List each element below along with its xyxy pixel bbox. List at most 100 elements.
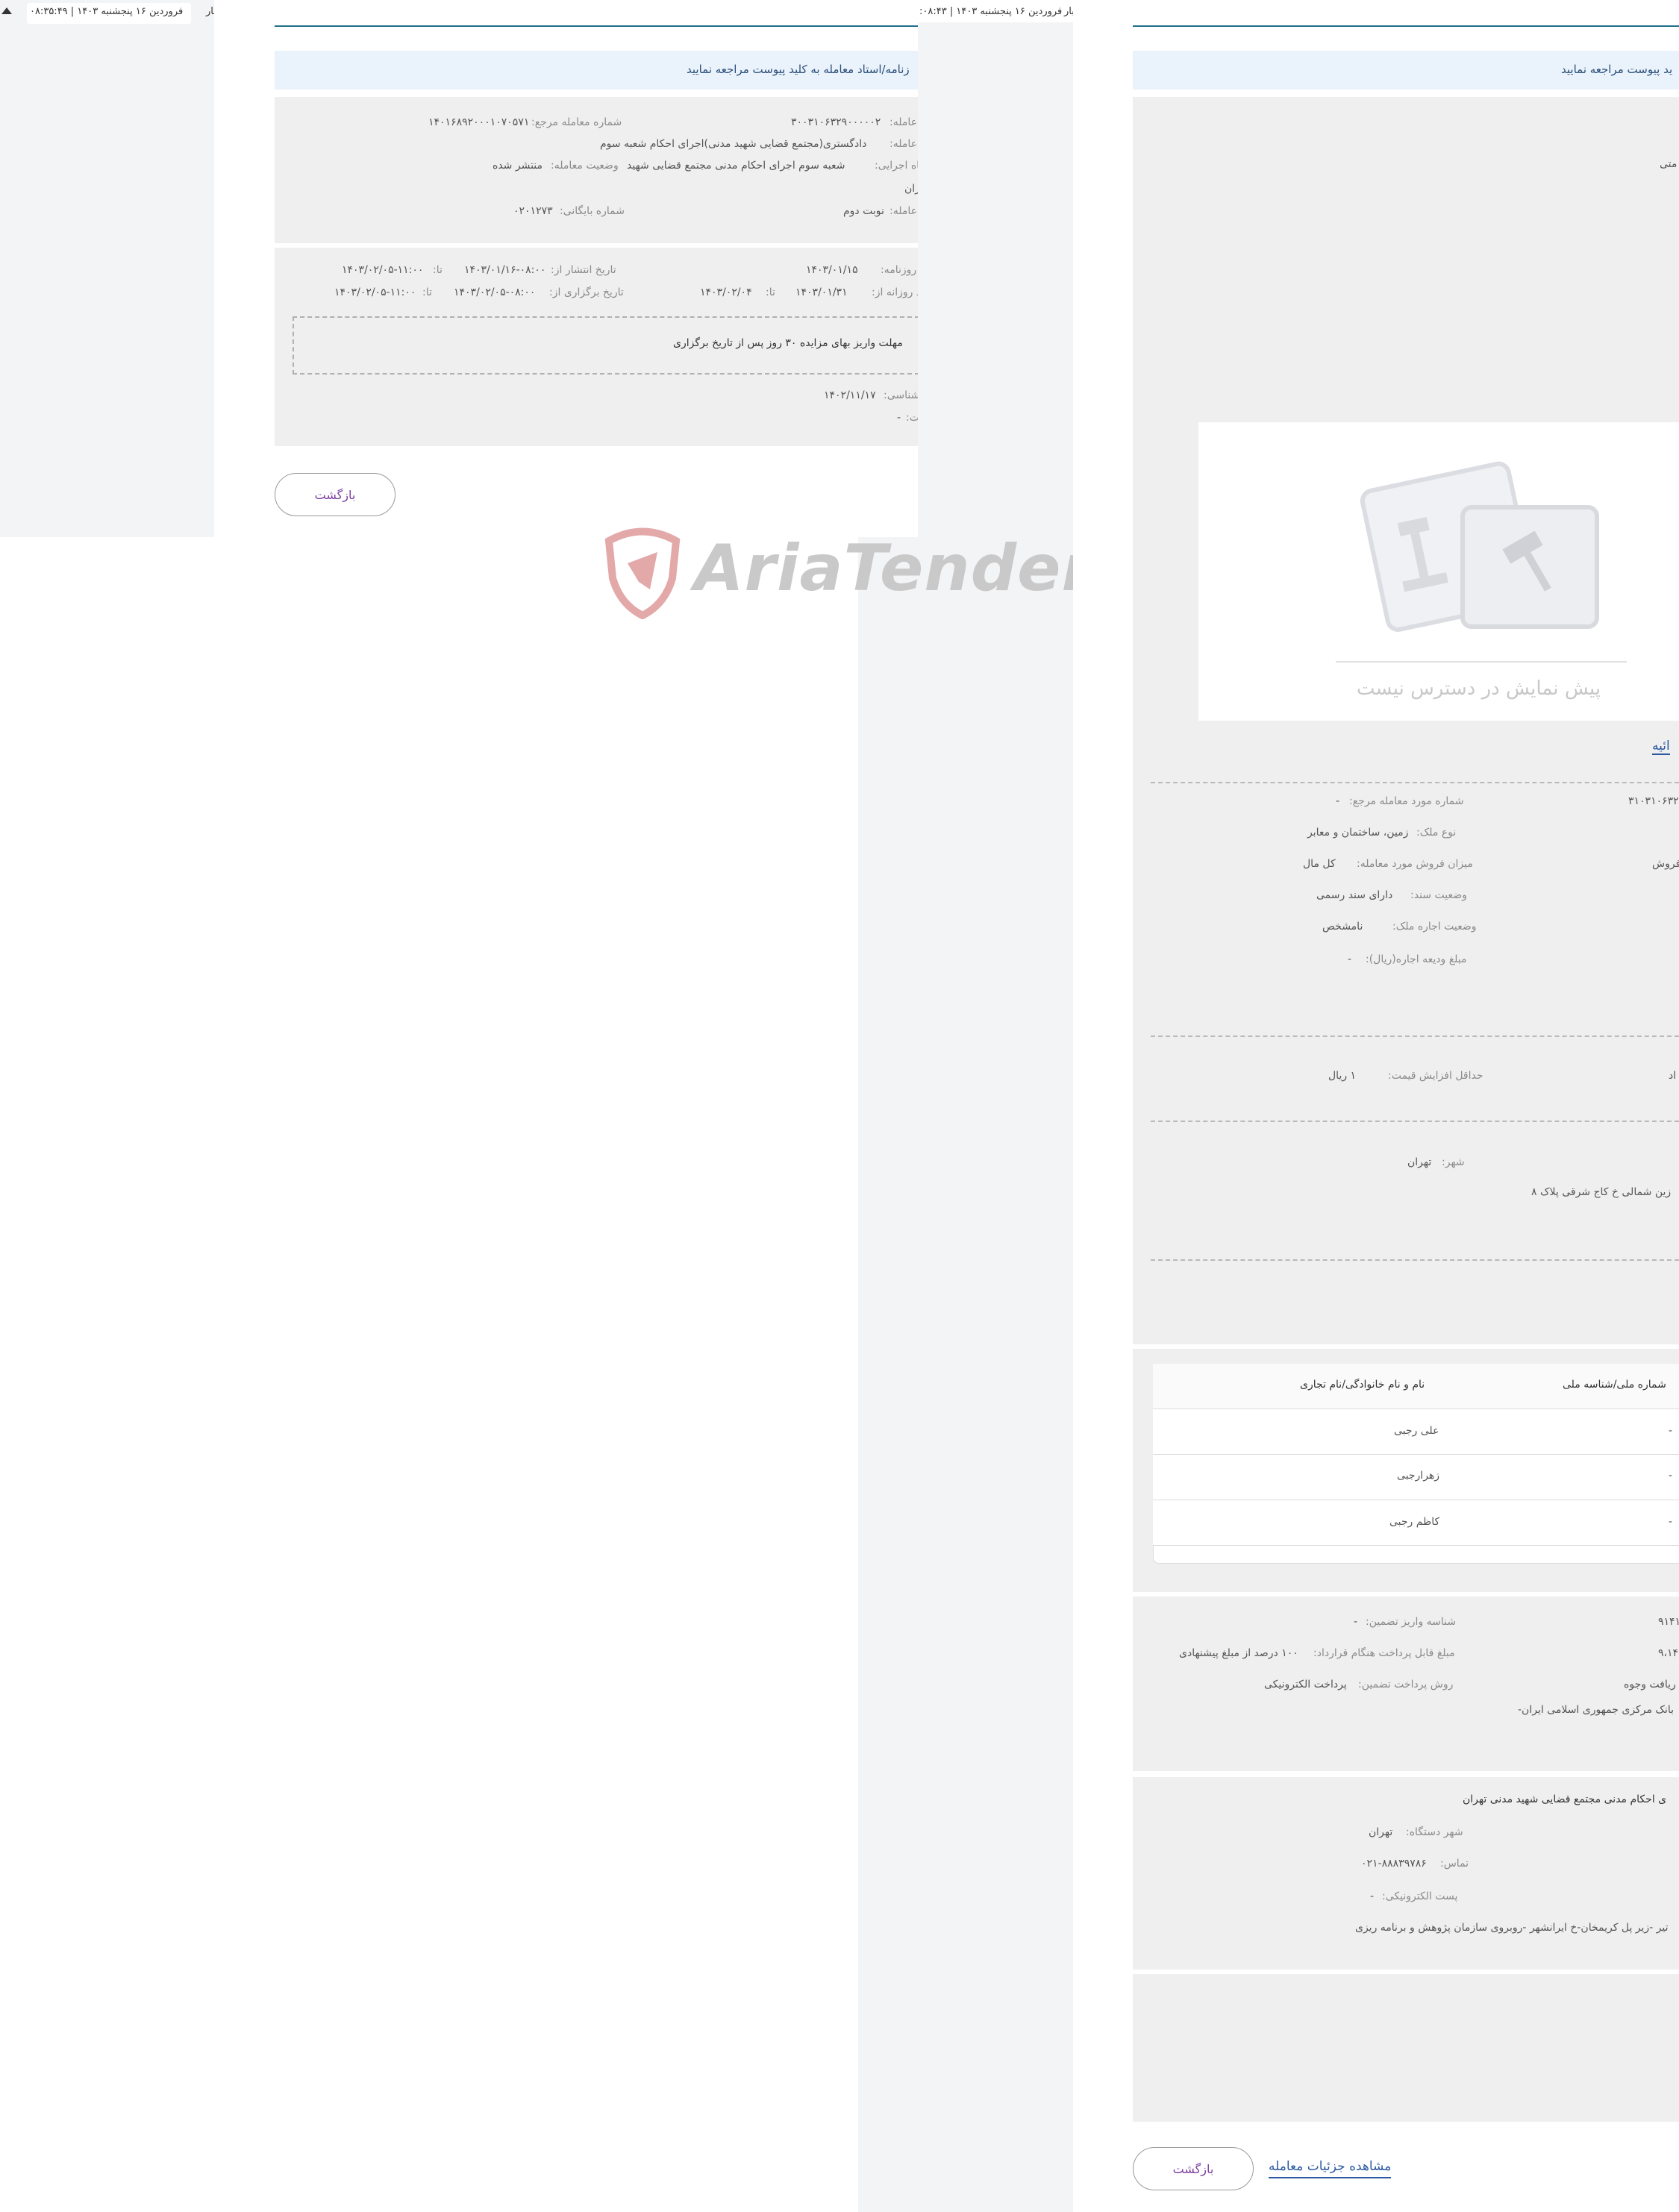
row2-id: - xyxy=(1669,1470,1673,1482)
row2-name: زهرارجبی xyxy=(1397,1470,1440,1482)
mid-datetime: فروردین ۱۶ پنجشنبه ۱۴۰۳ | ۰۸:۴۳: xyxy=(919,6,1063,17)
contact-title: ی احکام مدنی مجتمع قضایی شهید مدنی تهران xyxy=(1463,1793,1667,1805)
pay-amount-label: مبلغ قابل پرداخت هنگام قرارداد: xyxy=(1313,1647,1455,1659)
contact-city-value: تهران xyxy=(1369,1826,1393,1838)
contact-email-label: پست الکترونیکی: xyxy=(1382,1890,1458,1902)
doc-value: دارای سند رسمی xyxy=(1316,889,1393,901)
mid-gutter xyxy=(858,537,1073,2212)
hold-label: تاریخ برگزاری از: xyxy=(549,286,624,298)
dash-3 xyxy=(1151,1121,1679,1122)
ref-item-value: - xyxy=(1336,795,1340,807)
lease-value: نامشخص xyxy=(1322,921,1363,933)
deposit-value: - xyxy=(1348,953,1352,965)
contact-address: تیر -زیر پل کریمخان-خ ایرانشهر -روبروی س… xyxy=(1355,1922,1669,1934)
pay-frag2: ۹،۱۴ xyxy=(1658,1647,1679,1659)
pay-frag1: ۹۱۴۱ xyxy=(1658,1616,1679,1628)
expert-value: ۱۴۰۲/۱۱/۱۷ xyxy=(824,389,876,401)
method-label: روش پرداخت تضمین: xyxy=(1358,1679,1454,1691)
mid-gutter-top xyxy=(918,22,1073,537)
deal-no-label: عامله: xyxy=(889,116,917,128)
row3-id: - xyxy=(1669,1516,1673,1528)
details-link[interactable]: مشاهده جزئیات معامله xyxy=(1269,2159,1392,2178)
city-value: تهران xyxy=(1407,1156,1432,1168)
col-id-header: شماره ملی/شناسه ملی xyxy=(1563,1379,1666,1391)
archive-value: ۰۲۰۱۲۷۳ xyxy=(513,205,553,217)
min-inc-label: حداقل افزایش قیمت: xyxy=(1388,1070,1483,1082)
org-label: عامله: xyxy=(889,138,917,150)
visit-from: ۱۴۰۳/۰۱/۳۱ xyxy=(795,286,848,298)
contact-box xyxy=(1133,1777,1679,1970)
row3-name: کاظم رجبی xyxy=(1389,1516,1440,1528)
row1-id: - xyxy=(1669,1425,1673,1437)
panel2-top-rule xyxy=(1133,25,1679,27)
status-label: وضعیت معامله: xyxy=(551,160,619,172)
exec-value: شعبه سوم اجرای احکام مدنی مجتمع قضایی شه… xyxy=(627,160,845,172)
price-frag: اد xyxy=(1669,1070,1677,1082)
document-gavel-icon xyxy=(1351,448,1604,642)
visit-to-label: تا: xyxy=(766,286,775,298)
visit-to: ۱۴۰۳/۰۲/۰۴ xyxy=(700,286,752,298)
dash-2 xyxy=(1151,1035,1679,1037)
preview-text: پیش نمایش در دسترس نیست xyxy=(1357,677,1601,700)
publish-to: ۱۴۰۳/۰۲/۰۵-۱۱:۰۰ xyxy=(342,264,424,276)
pay-frag4: بانک مرکزی جمهوری اسلامی ایران- xyxy=(1518,1704,1674,1716)
left-datetime: فروردین ۱۶ پنجشنبه ۱۴۰۳ | ۰۸:۳۵:۴۹ xyxy=(30,6,184,17)
pay-frag3: ریافت وجوه xyxy=(1624,1679,1676,1691)
panel2-main-box xyxy=(1133,97,1679,1344)
hold-from: ۱۴۰۳/۰۲/۰۵-۰۸:۰۰ xyxy=(454,286,536,298)
col-name-header: نام و نام خانوادگی/نام تجاری xyxy=(1300,1379,1425,1391)
publish-to-label: تا: xyxy=(433,264,443,276)
address-frag: زین شمالی خ کاج شرقی پلاک ۸ xyxy=(1531,1186,1672,1198)
contact-city-label: شهر دستگاه: xyxy=(1406,1826,1463,1838)
deposit-label: مبلغ ودیعه اجاره(ریال): xyxy=(1366,953,1467,965)
panel1-back-button[interactable]: بازگشت xyxy=(275,473,395,516)
panel2-back-button[interactable]: بازگشت xyxy=(1133,2147,1254,2190)
sale-label: میزان فروش مورد معامله: xyxy=(1357,858,1473,870)
org-value: دادگستری(مجتمع قضایی شهید مدنی)اجرای احک… xyxy=(600,138,867,150)
type-label: نوع ملک: xyxy=(1416,827,1457,839)
extra-value: - xyxy=(897,412,901,424)
contact-phone-value: ۰۲۱-۸۸۸۳۹۷۸۶ xyxy=(1361,1858,1427,1870)
status-value: منتشر شده xyxy=(493,160,543,172)
contact-email-value: - xyxy=(1370,1890,1375,1902)
dashed-note: مهلت واریز بهای مزایده ۳۰ روز پس از تاری… xyxy=(673,337,903,349)
contact-phone-label: تماس: xyxy=(1440,1858,1469,1870)
hold-to-label: تا: xyxy=(422,286,432,298)
preview-divider xyxy=(1336,661,1627,662)
pay-amount-value: ۱۰۰ درصد از مبلغ پیشنهادی xyxy=(1179,1647,1298,1659)
newspaper-value: ۱۴۰۳/۰۱/۱۵ xyxy=(806,264,858,276)
type-value: زمین، ساختمان و معابر xyxy=(1307,827,1409,839)
round-value: نوبت دوم xyxy=(843,205,884,217)
section-tab[interactable]: ائیه xyxy=(1652,739,1670,755)
deposit-id-value: - xyxy=(1354,1616,1358,1628)
sale-frag: فروش xyxy=(1652,858,1679,870)
left-strip xyxy=(0,0,214,537)
right-no: ۳۱۰۳۱۰۶۳۲ xyxy=(1628,795,1679,807)
sale-value: کل مال xyxy=(1303,858,1336,870)
panel2-notice: ید پیوست مراجعه نمایید xyxy=(1561,63,1673,76)
publish-label: تاریخ انتشار از: xyxy=(551,264,616,276)
publish-from: ۱۴۰۳/۰۱/۱۶-۰۸:۰۰ xyxy=(464,264,546,276)
ref-no-label: شماره معامله مرجع: xyxy=(531,116,622,128)
lease-label: وضعیت اجاره ملک: xyxy=(1392,921,1477,933)
min-inc-value: ۱ ریال xyxy=(1328,1070,1357,1082)
deposit-id-label: شناسه واریز تضمین: xyxy=(1366,1616,1457,1628)
watermark-logo-icon xyxy=(594,522,691,620)
hold-to: ۱۴۰۳/۰۲/۰۵-۱۱:۰۰ xyxy=(334,286,416,298)
empty-box xyxy=(1133,1974,1679,2122)
city-label: شهر: xyxy=(1442,1156,1465,1168)
archive-label: شماره بایگانی: xyxy=(560,205,625,217)
doc-label: وضعیت سند: xyxy=(1410,889,1467,901)
home-icon[interactable] xyxy=(1,7,12,14)
method-value: پرداخت الکترونیکی xyxy=(1264,1679,1347,1691)
ref-item-label: شماره مورد معامله مرجع: xyxy=(1349,795,1464,807)
panel1-top-rule xyxy=(275,25,918,27)
panel2-frag-top: متی xyxy=(1660,158,1678,170)
dash-4 xyxy=(1151,1259,1679,1261)
panel1-notice: زنامه/استاد معامله به کلید پیوست مراجعه … xyxy=(687,63,910,76)
ref-no-value: ۱۴۰۱۶۸۹۲۰۰۰۱۰۷۰۵۷۱ xyxy=(428,116,530,128)
round-label: عامله: xyxy=(889,205,917,217)
dash-1 xyxy=(1151,782,1679,783)
deal-no-value: ۳۰۰۳۱۰۶۳۲۹۰۰۰۰۰۲ xyxy=(791,116,881,128)
row1-name: علی رجبی xyxy=(1394,1425,1439,1437)
